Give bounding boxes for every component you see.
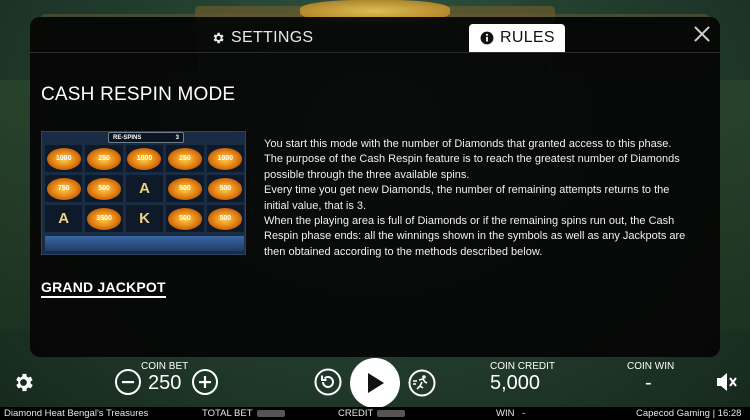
settings-gear-icon[interactable] bbox=[12, 371, 35, 394]
rules-paragraph: Every time you get new Diamonds, the num… bbox=[264, 184, 670, 212]
reel-cell: 500 bbox=[206, 175, 244, 202]
increase-bet-button[interactable] bbox=[192, 369, 218, 395]
reel-cell: K bbox=[125, 205, 164, 232]
provider-clock: Capecod Gaming | 16:28 bbox=[636, 408, 742, 419]
rules-paragraph: The purpose of the Cash Respin feature i… bbox=[264, 153, 680, 181]
total-bet-value-hidden bbox=[256, 409, 285, 417]
reel-cell: A bbox=[125, 175, 164, 202]
cash-respin-illustration: RE-SPINS 3 1000 250 1000 250 1000 750 500 A 500 5… bbox=[41, 131, 246, 255]
diamond-symbol: 1000 bbox=[127, 147, 162, 170]
reel-cell: 1000 bbox=[206, 145, 244, 172]
total-bet-label: TOTAL BET bbox=[202, 408, 253, 419]
coin-win-value: - bbox=[645, 372, 652, 394]
reel-cell: 750 bbox=[45, 175, 83, 202]
turbo-icon[interactable] bbox=[408, 369, 436, 397]
modal-tabs: SETTINGS RULES bbox=[30, 17, 720, 53]
reel-cell: 1000 bbox=[45, 145, 83, 172]
respins-count: 3 bbox=[175, 134, 179, 141]
game-name: Diamond Heat Bengal's Treasures bbox=[4, 408, 149, 419]
coin-credit-value: 5,000 bbox=[490, 372, 541, 394]
section-title: CASH RESPIN MODE bbox=[41, 84, 236, 105]
diamond-symbol: 500 bbox=[167, 177, 202, 200]
letter-symbol: A bbox=[139, 180, 150, 197]
diamond-symbol: 500 bbox=[208, 177, 243, 200]
credit: CREDIT bbox=[338, 408, 406, 419]
coin-bet-value: 250 bbox=[148, 372, 182, 394]
letter-symbol: K bbox=[139, 210, 150, 227]
respins-label: RE-SPINS bbox=[113, 134, 142, 141]
respins-counter: RE-SPINS 3 bbox=[108, 132, 184, 143]
info-icon bbox=[479, 31, 494, 46]
control-bar: COIN BET 250 COIN CREDIT 5,000 COIN WIN … bbox=[0, 357, 750, 408]
letter-symbol: A bbox=[58, 210, 70, 227]
credit-label: CREDIT bbox=[338, 408, 374, 419]
total-bet: TOTAL BET bbox=[202, 408, 285, 419]
reel-cell: 500 bbox=[166, 205, 204, 232]
diamond-symbol: 500 bbox=[87, 177, 122, 200]
tab-settings[interactable]: SETTINGS bbox=[210, 24, 313, 52]
win-value: - bbox=[522, 408, 526, 419]
coin-win-label: COIN WIN bbox=[627, 361, 675, 372]
grand-jackpot-title: GRAND JACKPOT bbox=[41, 279, 166, 298]
mini-reel-footer bbox=[45, 236, 244, 251]
diamond-symbol: 750 bbox=[46, 177, 81, 200]
diamond-symbol: 500 bbox=[167, 207, 202, 230]
status-bar: Diamond Heat Bengal's Treasures TOTAL BE… bbox=[0, 407, 750, 420]
close-icon[interactable] bbox=[692, 24, 712, 44]
autoplay-icon[interactable] bbox=[314, 368, 342, 396]
reel-cell: 500 bbox=[166, 175, 204, 202]
spin-button[interactable] bbox=[350, 358, 400, 408]
rules-paragraph: You start this mode with the number of D… bbox=[264, 138, 672, 150]
reel-cell: 250 bbox=[166, 145, 204, 172]
decrease-bet-button[interactable] bbox=[115, 369, 141, 395]
tab-settings-label: SETTINGS bbox=[231, 29, 314, 46]
reel-cell: 500 bbox=[85, 175, 123, 202]
tab-rules-label: RULES bbox=[500, 29, 555, 46]
tab-rules[interactable]: RULES bbox=[469, 24, 565, 52]
mute-speaker-icon[interactable] bbox=[715, 371, 739, 393]
reel-cell: 1000 bbox=[125, 145, 164, 172]
credit-value-hidden bbox=[377, 409, 406, 417]
diamond-symbol: 250 bbox=[87, 147, 122, 170]
diamond-symbol: 3500 bbox=[87, 207, 122, 230]
gear-icon bbox=[210, 31, 225, 46]
rules-paragraph: When the playing area is full of Diamond… bbox=[264, 215, 686, 258]
rules-modal: SETTINGS RULES CASH RESPIN MODE RE-SPINS… bbox=[30, 17, 720, 357]
diamond-symbol: 1000 bbox=[46, 147, 81, 170]
reel-cell: 3500 bbox=[85, 205, 123, 232]
reel-cell: A bbox=[45, 205, 83, 232]
coin-bet-label: COIN BET bbox=[141, 361, 189, 372]
rules-text: You start this mode with the number of D… bbox=[264, 137, 694, 260]
diamond-symbol: 500 bbox=[208, 207, 243, 230]
reel-cell: 500 bbox=[206, 205, 244, 232]
win-label: WIN bbox=[496, 408, 515, 419]
diamond-symbol: 1000 bbox=[208, 147, 243, 170]
reel-cell: 250 bbox=[85, 145, 123, 172]
mini-reel-grid: 1000 250 1000 250 1000 750 500 A 500 500 A 3500 K 500… bbox=[45, 145, 244, 232]
coin-credit-label: COIN CREDIT bbox=[490, 361, 555, 372]
diamond-symbol: 250 bbox=[167, 147, 202, 170]
